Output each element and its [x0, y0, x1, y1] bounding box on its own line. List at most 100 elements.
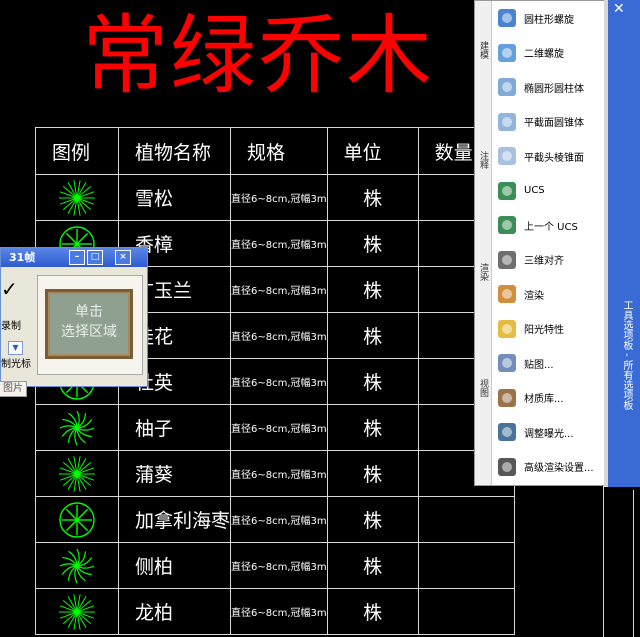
- palette-item[interactable]: 平截头棱锥面: [492, 139, 604, 174]
- plant-symbol-icon: [35, 174, 119, 221]
- record-icon: ✓: [1, 277, 18, 301]
- palette-item[interactable]: UCS: [492, 174, 604, 209]
- plant-name: 侧柏: [117, 542, 232, 589]
- palette-titlebar[interactable]: [608, 0, 640, 487]
- plant-quantity: [417, 588, 515, 635]
- recording-popup-window[interactable]: 31帧 – □ × ✓ 录制 ▼ 制光标 图片 单击 选择区域: [0, 247, 148, 397]
- palette-item[interactable]: 材质库...: [492, 381, 604, 416]
- plant-unit: 株: [326, 220, 419, 267]
- header-plant-name: 植物名称: [117, 127, 232, 175]
- tool-icon: [496, 421, 518, 443]
- palette-title: 工具选项板 - 所有选项板: [621, 300, 632, 410]
- palette-item[interactable]: 椭圆形圆柱体: [492, 70, 604, 105]
- maximize-button[interactable]: □: [87, 250, 103, 265]
- tool-icon: [496, 111, 518, 133]
- tool-palette: 建模 注释 渲染 视图 圆柱形螺旋二维螺旋 椭圆形圆柱体平截面圆锥体 平截头棱锥面 U…: [474, 0, 605, 486]
- palette-item[interactable]: 上一个 UCS: [492, 208, 604, 243]
- tool-icon: [496, 249, 518, 271]
- header-spec: 规格: [230, 127, 328, 175]
- palette-item[interactable]: 阳光特性: [492, 312, 604, 347]
- palette-item[interactable]: 调整曝光...: [492, 415, 604, 450]
- plant-spec: 直径6~8cm,冠幅3m: [230, 404, 328, 451]
- plant-symbol-icon: [35, 588, 119, 635]
- close-button[interactable]: ×: [115, 250, 131, 265]
- plant-unit: 株: [326, 266, 419, 313]
- plant-symbol-icon: [35, 404, 119, 451]
- plant-name: 蒲葵: [117, 450, 232, 497]
- header-unit: 单位: [326, 127, 419, 175]
- tab-view[interactable]: 视图: [476, 379, 490, 397]
- tool-icon: [496, 352, 518, 374]
- record-label: 录制: [1, 321, 21, 332]
- popup-title: 31帧: [9, 251, 36, 264]
- tab-annotation[interactable]: 注释: [476, 151, 490, 169]
- plant-unit: 株: [326, 312, 419, 359]
- plant-symbol-icon: [35, 542, 119, 589]
- select-dropdown[interactable]: ▼: [8, 341, 23, 355]
- plant-name: 加拿利海枣: [117, 496, 232, 543]
- tool-icon: [496, 42, 518, 64]
- plant-name: 龙柏: [117, 588, 232, 635]
- plant-name: 柚子: [117, 404, 232, 451]
- palette-tabs: 建模 注释 渲染 视图: [475, 1, 492, 485]
- plant-spec: 直径6~8cm,冠幅3m: [230, 358, 328, 405]
- plant-spec: 直径6~8cm,冠幅3m: [230, 496, 328, 543]
- popup-titlebar[interactable]: 31帧 – □ ×: [1, 248, 147, 267]
- plant-spec: 直径6~8cm,冠幅3m: [230, 312, 328, 359]
- table-row: 龙柏 直径6~8cm,冠幅3m 株: [35, 588, 515, 635]
- palette-item-label: 上一个 UCS: [524, 221, 578, 233]
- plant-symbol-icon: [35, 496, 119, 543]
- table-row: 柚子 直径6~8cm,冠幅3m 株: [35, 404, 515, 451]
- tool-icon: [496, 456, 518, 478]
- tool-icon: [496, 387, 518, 409]
- header-legend: 图例: [35, 127, 119, 175]
- cursor-label: 制光标: [1, 359, 31, 370]
- palette-item-label: UCS: [524, 185, 545, 197]
- palette-item-label: 阳光特性: [524, 325, 564, 337]
- plant-quantity: [417, 542, 515, 589]
- palette-item-label: 平截面圆锥体: [524, 118, 584, 130]
- palette-item[interactable]: 平截面圆锥体: [492, 105, 604, 140]
- popup-body: ✓ 录制 ▼ 制光标 图片 单击 选择区域: [0, 267, 147, 397]
- plant-unit: 株: [326, 358, 419, 405]
- palette-item[interactable]: 三维对齐: [492, 243, 604, 278]
- plant-symbol-icon: [35, 450, 119, 497]
- palette-item-label: 高级渲染设置...: [524, 463, 594, 475]
- palette-item-label: 平截头棱锥面: [524, 152, 584, 164]
- palette-item-label: 贴图...: [524, 359, 554, 371]
- table-row: 蒲葵 直径6~8cm,冠幅3m 株: [35, 450, 515, 497]
- plant-spec: 直径6~8cm,冠幅3m: [230, 450, 328, 497]
- table-row: 侧柏 直径6~8cm,冠幅3m 株: [35, 542, 515, 589]
- palette-item[interactable]: 圆柱形螺旋: [492, 1, 604, 36]
- palette-item-label: 圆柱形螺旋: [524, 14, 574, 26]
- tool-icon: [496, 76, 518, 98]
- plant-quantity: [417, 496, 515, 543]
- plant-spec: 直径6~8cm,冠幅3m: [230, 220, 328, 267]
- close-icon[interactable]: ✕: [613, 2, 627, 16]
- select-area-preview[interactable]: 单击 选择区域: [37, 275, 143, 375]
- minimize-button[interactable]: –: [69, 250, 85, 265]
- palette-item[interactable]: 二维螺旋: [492, 36, 604, 71]
- plant-spec: 直径6~8cm,冠幅3m: [230, 266, 328, 313]
- tool-icon: [496, 318, 518, 340]
- table-row: 加拿利海枣 直径6~8cm,冠幅3m 株: [35, 496, 515, 543]
- tool-icon: [496, 283, 518, 305]
- drawing-title: 常绿乔木: [82, 6, 434, 106]
- palette-item[interactable]: 高级渲染设置...: [492, 450, 604, 485]
- plant-unit: 株: [326, 450, 419, 497]
- tab-modeling[interactable]: 建模: [476, 41, 490, 59]
- drawing-border-line: [633, 490, 634, 637]
- palette-item-label: 三维对齐: [524, 256, 564, 268]
- tool-icon: [496, 145, 518, 167]
- tab-render[interactable]: 渲染: [476, 263, 490, 281]
- tool-icon: [496, 214, 518, 236]
- plant-unit: 株: [326, 174, 419, 221]
- image-button[interactable]: 图片: [0, 381, 27, 397]
- plant-unit: 株: [326, 496, 419, 543]
- palette-item[interactable]: 贴图...: [492, 346, 604, 381]
- preview-text-2: 选择区域: [61, 324, 117, 340]
- tool-icon: [496, 180, 518, 202]
- palette-item[interactable]: 渲染: [492, 277, 604, 312]
- palette-item-list: 圆柱形螺旋二维螺旋 椭圆形圆柱体平截面圆锥体 平截头棱锥面 UCS 上一个 UCS 三维对…: [492, 1, 604, 484]
- plant-unit: 株: [326, 588, 419, 635]
